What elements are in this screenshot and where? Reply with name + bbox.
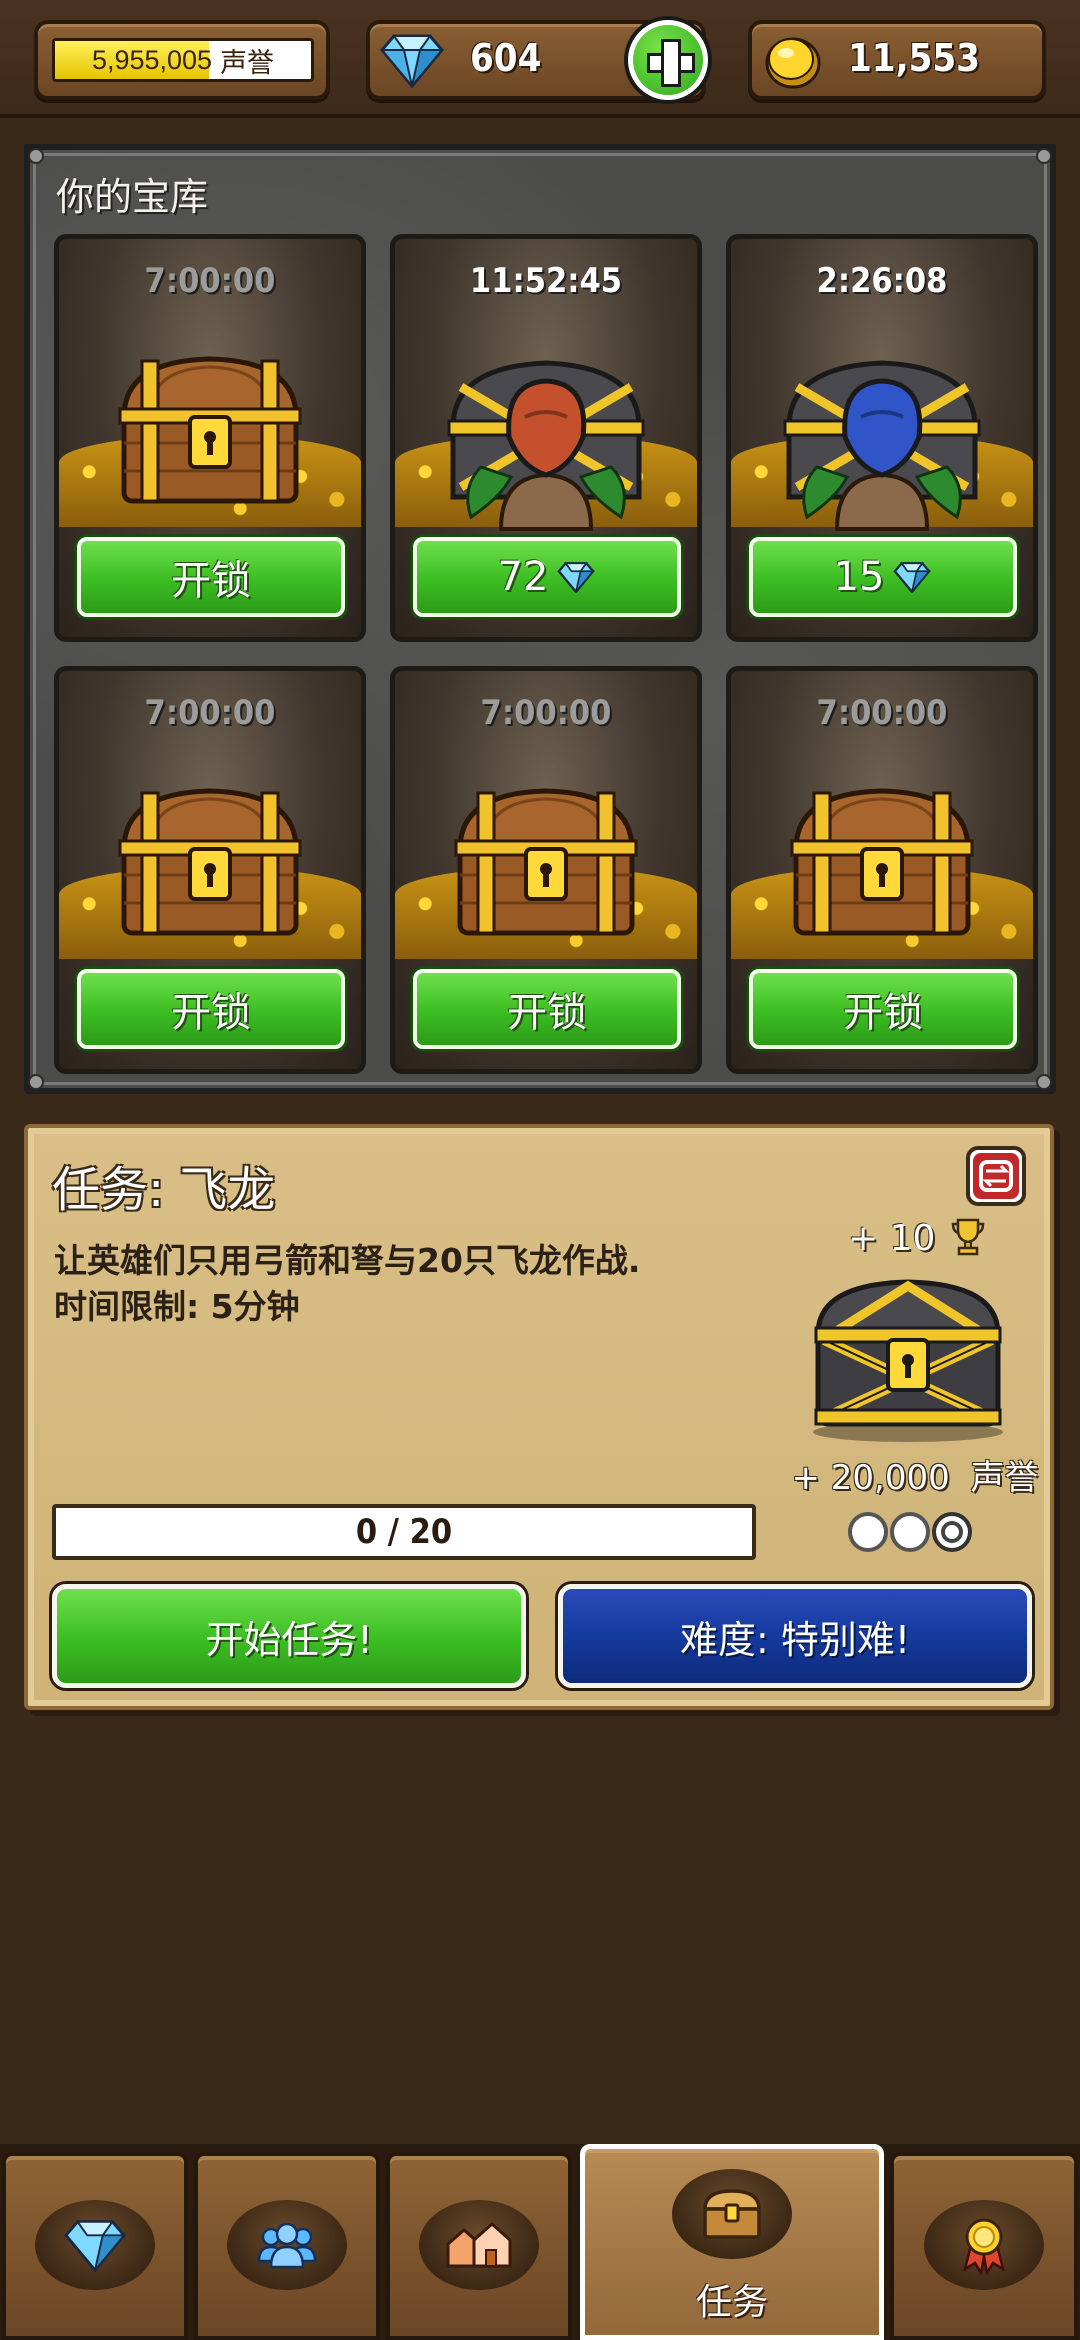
chest-slot[interactable]: 7:00:00 开锁 [726,666,1038,1074]
plus-icon [633,25,703,95]
unlock-button-label: 开锁 [843,990,923,1036]
tab-gems[interactable] [2,2152,188,2340]
quest-progress-text: 0 / 20 [355,1512,453,1552]
chest-timer: 7:00:00 [144,693,276,733]
add-gems-button[interactable] [624,16,712,104]
reputation-unit: 声誉 [220,47,275,78]
chest-timer: 11:52:45 [469,261,623,301]
wooden-chest-icon [118,356,302,504]
reward-chest-icon [813,1279,1003,1442]
quest-progress-bar: 0 / 20 [52,1504,756,1560]
chest-timer: 7:00:00 [480,693,612,733]
top-resource-bar: 5,955,005 声誉 604 11,553 [0,0,1080,118]
reputation-counter[interactable]: 5,955,005 声誉 [34,20,330,100]
tab-quests-label: 任务 [695,2282,768,2323]
speed-up-button[interactable]: 72 [413,537,681,617]
reputation-reward-value: + 20,000 [791,1458,950,1498]
quest-description: 让英雄们只用弓箭和弩与20只飞龙作战. 时间限制: 5分钟 [54,1238,754,1330]
gold-coin-icon [765,37,821,89]
quest-objective: 让英雄们只用弓箭和弩与20只飞龙作战. [54,1241,641,1280]
tab-town[interactable] [386,2152,572,2340]
unlock-button-label: 72 [497,554,549,600]
speed-up-button[interactable]: 15 [749,537,1017,617]
unlock-button-label: 15 [833,554,885,600]
rivet-decoration [28,148,44,164]
chest-slot[interactable]: 11:52:45 72 [390,234,702,642]
town-icon [446,2221,512,2268]
tab-quests[interactable]: 任务 [580,2144,884,2340]
reputation-reward-unit: 声誉 [970,1458,1039,1498]
bottom-navigation: 任务 [0,2144,1080,2340]
chest-slot[interactable]: 2:26:08 15 [726,234,1038,642]
unlock-button-label: 开锁 [507,990,587,1036]
wooden-chest-icon [454,788,638,936]
vault-title: 你的宝库 [56,175,209,219]
trophy-icon [951,1218,985,1256]
swap-icon [979,1160,1013,1192]
unlock-button-label: 开锁 [171,558,251,604]
gold-value: 11,553 [848,36,980,80]
rivet-decoration [1036,1074,1052,1090]
difficulty-star-icon [932,1512,972,1552]
reputation-progress-bar: 5,955,005 声誉 [52,38,314,82]
chest-timer: 7:00:00 [816,693,948,733]
heroes-icon [257,2222,317,2269]
unlock-button-label: 开锁 [171,990,251,1036]
chest-slot[interactable]: 7:00:00 开锁 [390,666,702,1074]
gold-counter[interactable]: 11,553 [748,20,1046,100]
chest-slot[interactable]: 7:00:00 开锁 [54,234,366,642]
quest-panel: 任务: 飞龙 让英雄们只用弓箭和弩与20只飞龙作战. 时间限制: 5分钟 + 1… [24,1124,1054,1710]
medal-icon [963,2218,1005,2275]
tab-heroes[interactable] [194,2152,380,2340]
tab-achievements[interactable] [890,2152,1078,2340]
idol-chest-icon [783,360,981,531]
quest-time-limit: 时间限制: 5分钟 [54,1287,300,1326]
quest-title: 任务: 飞龙 [52,1162,276,1218]
trophy-reward-value: + 10 [848,1218,936,1259]
reputation-value: 5,955,005 [91,44,213,75]
unlock-button[interactable]: 开锁 [413,969,681,1049]
gem-icon [64,2220,126,2273]
gem-icon [893,562,932,593]
unlock-button[interactable]: 开锁 [749,969,1017,1049]
switch-quest-button[interactable] [966,1146,1026,1206]
reputation-reward: + 20,000 声誉 [780,1450,1050,1499]
gems-counter[interactable]: 604 [366,16,712,104]
unlock-button[interactable]: 开锁 [77,969,345,1049]
difficulty-button[interactable]: 难度: 特别难! [558,1584,1032,1688]
rivet-decoration [1036,148,1052,164]
start-quest-button[interactable]: 开始任务! [52,1584,526,1688]
difficulty-star-icon [848,1512,888,1552]
chest-slot[interactable]: 7:00:00 开锁 [54,666,366,1074]
gems-value: 604 [470,36,542,80]
rivet-decoration [28,1074,44,1090]
chest-timer: 2:26:08 [816,261,948,301]
trophy-reward: + 10 [848,1216,985,1259]
difficulty-star-icon [890,1512,930,1552]
gem-icon [557,562,596,593]
chest-icon [703,2189,761,2239]
treasure-vault: 你的宝库 7:00:00 开锁 11:52:45 72 2:26:08 15 7… [24,144,1056,1094]
unlock-button[interactable]: 开锁 [77,537,345,617]
difficulty-rating [848,1512,972,1552]
chest-timer: 7:00:00 [144,261,276,301]
gem-icon [380,34,444,88]
wooden-chest-icon [790,788,974,936]
idol-chest-icon [447,360,645,531]
wooden-chest-icon [118,788,302,936]
